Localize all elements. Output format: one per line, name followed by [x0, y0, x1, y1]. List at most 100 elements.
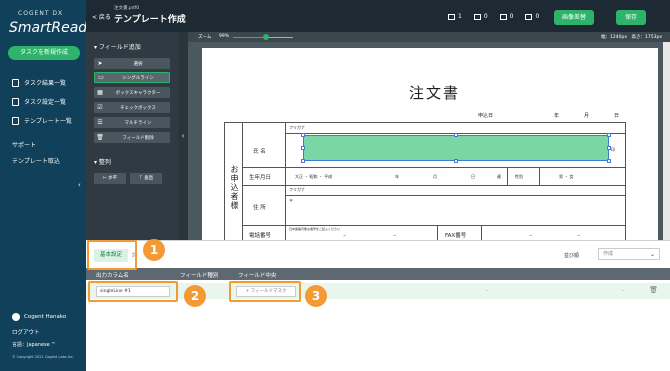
- tool-select[interactable]: ➤ 選択: [94, 58, 170, 69]
- resize-handle[interactable]: [301, 133, 305, 137]
- document-page: 注文書 申込日 年 月 日 お申込者様 フリガナ 氏 名 印 生年月日 大正 ・…: [202, 48, 658, 241]
- applicant-label: お申込者様: [230, 165, 239, 210]
- sort-label: 並び順: [564, 253, 580, 259]
- gender-values: 男 ・ 女: [559, 174, 574, 179]
- user-name: Cogent Hanako: [24, 314, 67, 320]
- age-label: 歳: [497, 174, 501, 179]
- new-task-button[interactable]: タスクを新規作成: [8, 46, 80, 60]
- resize-handle[interactable]: [454, 159, 458, 163]
- tool-singleline[interactable]: ▭ シングルライン: [94, 72, 170, 83]
- tool-delete[interactable]: 🗑 フィールド削除: [94, 132, 170, 143]
- callout-box-3: [229, 281, 301, 302]
- file-name: 注文書.pdf0: [114, 6, 140, 11]
- birth-month: 月: [433, 174, 437, 179]
- address-furigana-line: [285, 195, 625, 196]
- gender-label: 性別: [515, 174, 523, 179]
- resize-handle[interactable]: [607, 146, 611, 150]
- callout-box-2: [88, 281, 178, 302]
- align-vertical-button[interactable]: ⊤ 垂直: [130, 173, 162, 184]
- singleline-count: 1: [448, 13, 462, 20]
- template-icon: [12, 116, 19, 125]
- birth-year: 年: [395, 174, 399, 179]
- boxchar-count-icon: [473, 13, 481, 20]
- document-icon: [12, 78, 19, 87]
- logout-link[interactable]: ログアウト: [12, 328, 40, 336]
- field-settings-panel: 基本設定 詳 並び順 作成 ⌄ 出力カラム名 フィールド種別 フィールド中央 s…: [86, 240, 670, 371]
- trash-icon[interactable]: 🗑: [649, 286, 658, 294]
- applicant-column: お申込者様: [225, 123, 243, 241]
- column-field-center: フィールド中央: [238, 273, 277, 279]
- multiline-count-icon: [525, 13, 533, 20]
- back-button[interactable]: < 戻る: [92, 12, 111, 21]
- zoom-slider-knob[interactable]: [263, 34, 269, 40]
- resize-handle[interactable]: [301, 159, 305, 163]
- zoom-label: ズーム: [198, 35, 212, 40]
- zoom-slider-fill: [233, 37, 266, 38]
- trash-icon: 🗑: [96, 134, 104, 141]
- settings-doc-icon: [12, 97, 19, 106]
- checkbox-icon: ☑: [97, 104, 103, 111]
- callout-box-1: [87, 240, 137, 270]
- callout-number-1: 1: [143, 239, 165, 261]
- column-output-name: 出力カラム名: [96, 273, 129, 279]
- replace-image-button[interactable]: 画像差替: [554, 10, 594, 25]
- sidebar-item-support[interactable]: サポート: [12, 140, 36, 149]
- sidebar-item-task-settings[interactable]: タスク設定一覧: [12, 97, 66, 106]
- address-furigana-label: フリガナ: [289, 187, 305, 192]
- order-form-table: お申込者様 フリガナ 氏 名 印 生年月日 大正 ・ 昭和 ・ 平成 年 月 日…: [224, 122, 626, 241]
- row-value-dash: -: [486, 288, 488, 294]
- resize-handle[interactable]: [454, 133, 458, 137]
- save-button[interactable]: 保存: [616, 10, 646, 25]
- date-year: 年: [554, 113, 560, 119]
- resize-handle[interactable]: [301, 146, 305, 150]
- user-menu[interactable]: Cogent Hanako: [12, 313, 66, 321]
- vertical-scrollbar[interactable]: [663, 42, 670, 240]
- fields-table-header: 出力カラム名 フィールド種別 フィールド中央: [86, 268, 670, 280]
- singleline-field-selected[interactable]: [301, 133, 611, 163]
- callout-number-2: 2: [184, 285, 206, 307]
- name-row-line: [243, 167, 625, 168]
- panel-splitter[interactable]: ‹: [178, 32, 188, 240]
- birth-row-line: [243, 185, 625, 186]
- zoom-bar: ズーム 99% 幅：1240px 高さ：1753px: [188, 32, 670, 42]
- era-options: 大正 ・ 昭和 ・ 平成: [295, 174, 333, 179]
- sidebar-item-template-import[interactable]: テンプレート取込: [12, 156, 60, 165]
- furigana-label: フリガナ: [289, 125, 305, 130]
- resize-handle[interactable]: [607, 159, 611, 163]
- address-row-line: [243, 225, 625, 226]
- collapse-sidebar-icon[interactable]: ‹: [78, 181, 81, 189]
- fax-label: FAX番号: [445, 233, 467, 239]
- birth-day: 日: [471, 174, 475, 179]
- cursor-icon: ➤: [97, 60, 103, 67]
- tool-checkbox[interactable]: ☑ チェックボックス: [94, 102, 170, 113]
- field-add-heading: ▾ フィールド追加: [94, 44, 141, 51]
- postal-mark: 〒: [289, 198, 293, 203]
- date-month: 月: [584, 113, 590, 119]
- sidebar-item-templates[interactable]: テンプレート一覧: [12, 116, 72, 125]
- sort-select[interactable]: 作成 ⌄: [598, 248, 660, 260]
- address-label: 住 所: [253, 205, 266, 211]
- multiline-count: 0: [525, 13, 539, 20]
- gender-divider: [539, 167, 540, 185]
- resize-handle[interactable]: [607, 133, 611, 137]
- singleline-icon: ▭: [98, 74, 104, 81]
- name-label: 氏 名: [253, 149, 266, 155]
- avatar: [12, 313, 20, 321]
- tool-boxchar[interactable]: ▦ ボックスキャラクター: [94, 87, 170, 98]
- align-heading: ▾ 整列: [94, 159, 111, 166]
- document-title: 注文書: [409, 84, 461, 102]
- date-day: 日: [614, 113, 620, 119]
- top-bar: < 戻る 注文書.pdf0 テンプレート作成 1 0 0 0 画像差替 保存: [86, 0, 670, 32]
- zoom-value: 99%: [219, 34, 230, 39]
- phone-label: 電話番号: [249, 233, 272, 239]
- multiline-icon: ☰: [97, 119, 103, 126]
- canvas-area: ズーム 99% 幅：1240px 高さ：1753px 注文書 申込日 年 月 日…: [188, 32, 670, 241]
- fax-dash-2: −: [577, 233, 581, 238]
- field-add-panel: ▾ フィールド追加 ➤ 選択 ▭ シングルライン ▦ ボックスキャラクター ☑ …: [86, 32, 178, 240]
- align-horizontal-button[interactable]: ⊢ 水平: [94, 173, 126, 184]
- sidebar-item-label: タスク設定一覧: [24, 99, 67, 106]
- sidebar-item-task-results[interactable]: タスク結果一覧: [12, 78, 66, 87]
- tool-multiline[interactable]: ☰ マルチライン: [94, 117, 170, 128]
- field-counts: 1 0 0 0: [448, 13, 539, 20]
- language-selector[interactable]: 言語：Japanese ^: [12, 341, 55, 348]
